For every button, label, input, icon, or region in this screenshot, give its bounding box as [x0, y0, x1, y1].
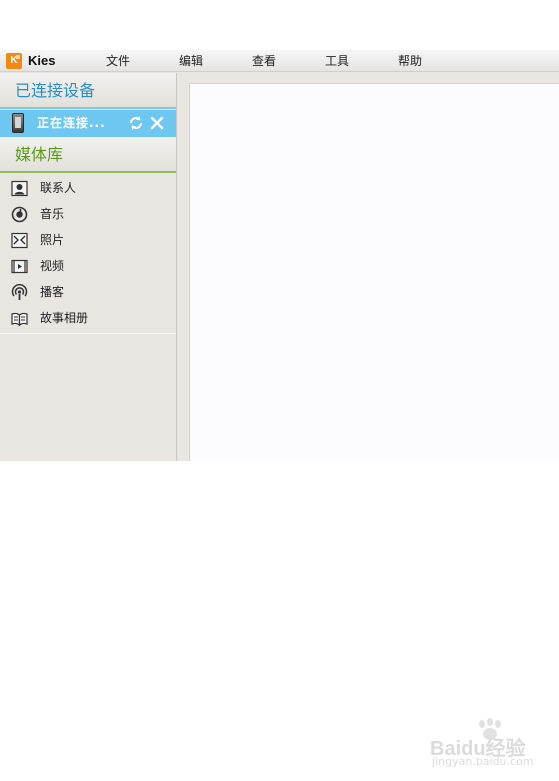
photo-icon [11, 232, 28, 249]
sidebar-item-photos[interactable]: 照片 [0, 227, 176, 253]
media-library-heading: 媒体库 [0, 137, 176, 173]
menu-edit[interactable]: 编辑 [179, 53, 203, 69]
sidebar-item-music[interactable]: 音乐 [0, 201, 176, 227]
sidebar-item-label: 照片 [40, 233, 65, 247]
device-status-label: 正在连接... [37, 116, 106, 130]
video-icon [11, 259, 28, 274]
story-album-icon [11, 312, 28, 327]
sidebar-item-podcasts[interactable]: 播客 [0, 279, 176, 305]
menu-tools[interactable]: 工具 [325, 53, 349, 69]
sidebar-item-label: 播客 [40, 285, 65, 299]
kies-window: K Kies 文件 编辑 查看 工具 帮助 已连接设备 正在连接... 媒体库 [0, 50, 559, 461]
music-icon [11, 206, 28, 223]
refresh-icon[interactable] [128, 115, 144, 131]
sidebar: 已连接设备 正在连接... 媒体库 联系人 音乐 照片 视频 播客 故事相册 [0, 73, 177, 461]
sidebar-item-label: 视频 [40, 259, 65, 273]
media-library-list: 联系人 音乐 照片 视频 播客 故事相册 [0, 175, 176, 334]
sidebar-item-contacts[interactable]: 联系人 [0, 175, 176, 201]
baidu-watermark: Baidu经验 jingyan.baidu.com [426, 718, 554, 770]
podcast-icon [11, 284, 28, 300]
sidebar-item-label: 音乐 [40, 207, 65, 221]
menu-view[interactable]: 查看 [252, 53, 276, 69]
close-icon[interactable] [149, 115, 165, 131]
watermark-subtext: jingyan.baidu.com [432, 755, 534, 768]
list-divider [0, 333, 176, 334]
phone-icon [12, 113, 24, 133]
sidebar-item-story-album[interactable]: 故事相册 [0, 305, 176, 331]
connecting-device-item[interactable]: 正在连接... [0, 110, 176, 137]
kies-logo-icon: K [6, 53, 22, 69]
connected-devices-heading: 已连接设备 [0, 73, 176, 109]
app-title: Kies [28, 53, 56, 68]
sidebar-item-videos[interactable]: 视频 [0, 253, 176, 279]
contacts-icon [11, 180, 28, 197]
sidebar-item-label: 故事相册 [40, 311, 89, 325]
menu-bar: K Kies 文件 编辑 查看 工具 帮助 [0, 50, 559, 72]
sidebar-item-label: 联系人 [40, 181, 77, 195]
main-content-pane [189, 83, 559, 461]
menu-help[interactable]: 帮助 [398, 53, 422, 69]
menu-file[interactable]: 文件 [106, 53, 130, 69]
